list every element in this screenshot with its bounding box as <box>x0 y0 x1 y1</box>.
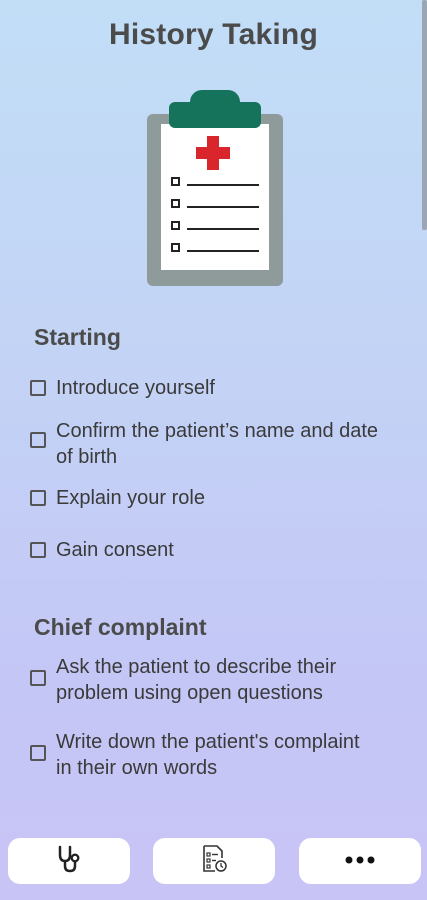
section-title-starting: Starting <box>34 324 121 350</box>
checklist-item-label: Explain your role <box>56 487 205 509</box>
checklist-item[interactable]: Write down the patient's complaint in th… <box>30 729 370 781</box>
section-title-chief-complaint: Chief complaint <box>34 614 207 640</box>
scrollbar[interactable] <box>422 0 427 230</box>
nav-button-more[interactable] <box>299 838 421 884</box>
checklist-icon <box>200 844 228 879</box>
nav-button-checklist[interactable] <box>153 838 275 884</box>
checklist-item-label: Gain consent <box>56 539 174 561</box>
checklist-item-label: Ask the patient to describe their proble… <box>56 656 337 704</box>
checklist-item[interactable]: Confirm the patient’s name and date of b… <box>30 418 390 470</box>
page-title: History Taking <box>109 18 318 51</box>
checkbox[interactable] <box>30 542 46 558</box>
checkbox[interactable] <box>30 432 46 448</box>
checklist-item-label: Write down the patient's complaint in th… <box>56 731 360 779</box>
stethoscope-icon <box>55 844 83 879</box>
checklist-item[interactable]: Ask the patient to describe their proble… <box>30 654 390 706</box>
checklist-item-label: Confirm the patient’s name and date of b… <box>56 420 379 468</box>
clipboard-illustration <box>147 90 283 286</box>
more-icon <box>343 852 377 870</box>
checkbox[interactable] <box>30 490 46 506</box>
checklist-item[interactable]: Introduce yourself <box>30 375 400 401</box>
nav-button-stethoscope[interactable] <box>8 838 130 884</box>
bottom-nav <box>0 832 427 900</box>
checkbox[interactable] <box>30 745 46 761</box>
checklist-item-label: Introduce yourself <box>56 377 215 399</box>
checklist-item[interactable]: Gain consent <box>30 537 400 563</box>
checklist-item[interactable]: Explain your role <box>30 485 400 511</box>
checkbox[interactable] <box>30 380 46 396</box>
checkbox[interactable] <box>30 670 46 686</box>
